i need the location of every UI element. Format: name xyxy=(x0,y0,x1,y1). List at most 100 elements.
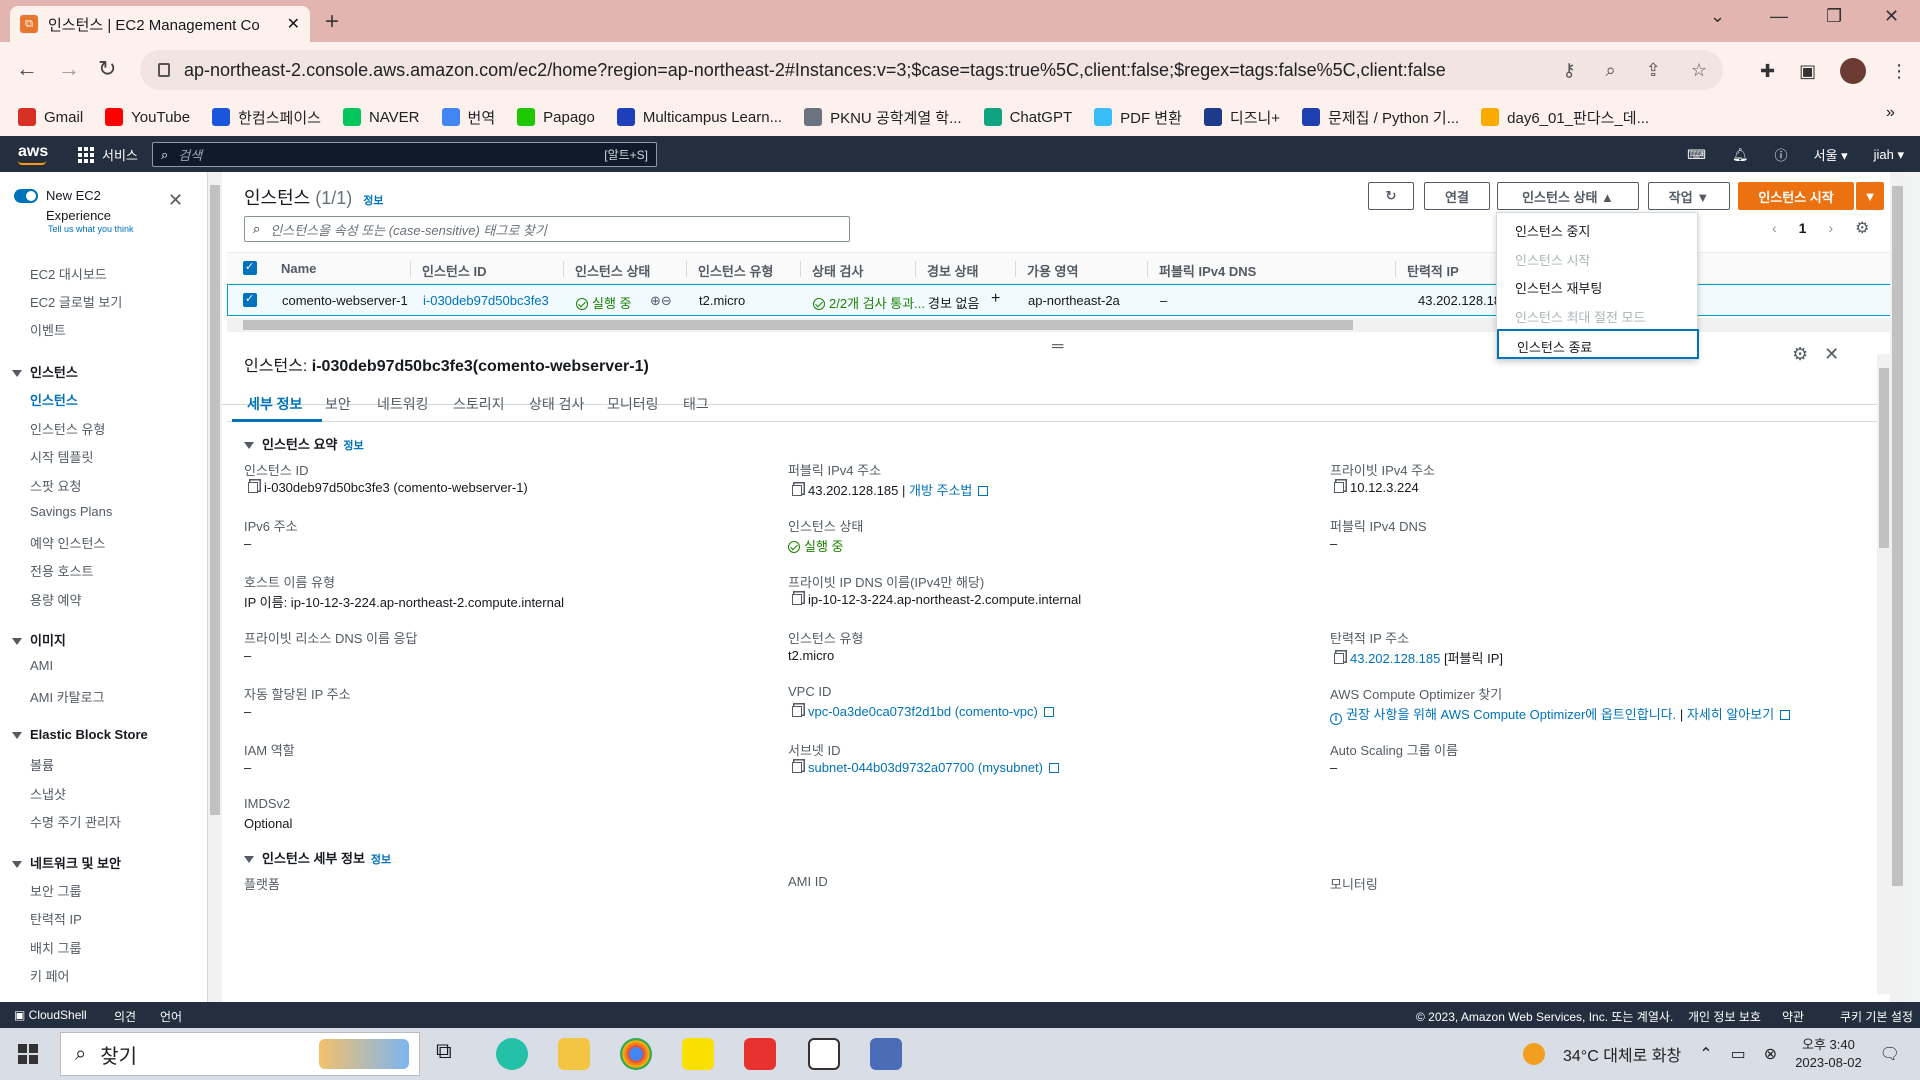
sidebar-item[interactable]: 인스턴스 xyxy=(30,390,78,409)
column-divider[interactable] xyxy=(1395,261,1396,277)
launch-instance-button[interactable]: 인스턴스 시작 xyxy=(1738,182,1854,210)
sidebar-close-icon[interactable]: ✕ xyxy=(168,190,183,211)
forward-button[interactable]: → xyxy=(58,56,80,82)
notifications-bell-icon[interactable]: 🔔︎ xyxy=(1732,147,1749,163)
column-header[interactable]: 경보 상태 xyxy=(927,261,978,280)
cloudshell-link[interactable]: ▣ CloudShell xyxy=(14,1008,87,1022)
bookmark-item[interactable]: ChatGPT xyxy=(983,108,1072,126)
summary-info-link[interactable]: 정보 xyxy=(343,440,363,452)
sidebar-item[interactable]: 배치 그룹 xyxy=(30,938,81,957)
next-page-icon[interactable]: › xyxy=(1828,220,1833,236)
refresh-button[interactable]: ↻ xyxy=(1368,182,1414,210)
new-tab-button[interactable]: + xyxy=(325,8,339,36)
detail-tab[interactable]: 스토리지 xyxy=(453,394,505,414)
profile-avatar[interactable] xyxy=(1840,58,1867,84)
bookmark-item[interactable]: Gmail xyxy=(18,108,83,126)
bookmark-item[interactable]: Papago xyxy=(517,108,595,126)
help-icon[interactable]: ⓘ xyxy=(1775,145,1788,164)
tab-close-icon[interactable]: ✕ xyxy=(287,14,300,34)
column-header[interactable]: 퍼블릭 IPv4 DNS xyxy=(1159,261,1256,280)
windows-start-icon[interactable] xyxy=(18,1044,38,1064)
bookmark-item[interactable]: 문제집 / Python 기... xyxy=(1302,107,1459,128)
detail-tab[interactable]: 세부 정보 xyxy=(247,394,302,414)
bookmark-item[interactable]: 한컴스페이스 xyxy=(212,107,321,128)
toggle-switch[interactable] xyxy=(14,189,38,203)
feedback-link[interactable]: 의견 xyxy=(114,1008,136,1025)
copy-icon[interactable] xyxy=(1334,653,1344,664)
bookmark-item[interactable]: 번역 xyxy=(441,107,495,128)
column-divider[interactable] xyxy=(563,261,564,277)
weather-text[interactable]: 34°C 대체로 화창 xyxy=(1563,1042,1681,1066)
column-divider[interactable] xyxy=(410,261,411,277)
column-divider[interactable] xyxy=(686,261,687,277)
dropdown-item[interactable]: 인스턴스 재부팅 xyxy=(1515,278,1602,297)
table-settings-icon[interactable]: ⚙ xyxy=(1855,218,1869,238)
sidebar-item[interactable]: 전용 호스트 xyxy=(30,561,93,580)
task-view-icon[interactable]: ⧉ xyxy=(436,1038,468,1070)
minimize-button[interactable]: — xyxy=(1770,6,1788,27)
learn-more-link[interactable]: 자세히 알아보기 xyxy=(1687,707,1774,722)
vpc-link[interactable]: vpc-0a3de0ca073f2d1bd (comento-vpc) xyxy=(808,704,1038,719)
instances-info-link[interactable]: 정보 xyxy=(363,195,383,207)
taskbar-search[interactable]: ⌕ 찾기 xyxy=(60,1032,420,1076)
bookmark-item[interactable]: Multicampus Learn... xyxy=(616,108,782,126)
current-page[interactable]: 1 xyxy=(1799,220,1807,236)
detail-tab[interactable]: 보안 xyxy=(325,394,351,414)
chrome-icon[interactable] xyxy=(620,1038,652,1070)
column-header[interactable]: 인스턴스 상태 xyxy=(575,261,650,280)
zoom-in-out-icon[interactable]: ⊕⊖ xyxy=(650,293,672,309)
sidebar-item[interactable]: 수명 주기 관리자 xyxy=(30,812,121,831)
page-scrollbar[interactable] xyxy=(1890,172,1905,1002)
sidebar-scroll-thumb[interactable] xyxy=(210,185,220,815)
reload-button[interactable]: ↻ xyxy=(98,56,116,82)
detail-tab[interactable]: 태그 xyxy=(683,394,709,414)
sidebar-item[interactable]: 예약 인스턴스 xyxy=(30,533,105,552)
close-window-button[interactable]: ✕ xyxy=(1884,6,1899,27)
extensions-icon[interactable]: ✚ xyxy=(1760,61,1775,82)
instance-details-section-header[interactable]: 인스턴스 세부 정보 정보 xyxy=(244,848,391,867)
account-menu[interactable]: jiah ▾ xyxy=(1874,147,1904,163)
bookmark-star-icon[interactable]: ☆ xyxy=(1691,60,1707,81)
cookie-preferences-link[interactable]: 쿠키 기본 설정 xyxy=(1840,1008,1913,1025)
copy-icon[interactable] xyxy=(248,482,258,493)
bookmark-item[interactable]: PDF 변환 xyxy=(1094,107,1182,128)
add-alarm-icon[interactable]: + xyxy=(991,290,1000,308)
column-divider[interactable] xyxy=(915,261,916,277)
detail-settings-icon[interactable]: ⚙ xyxy=(1792,344,1808,365)
browser-tab-active[interactable]: ⧉ 인스턴스 | EC2 Management Co ✕ xyxy=(10,6,310,42)
aws-logo[interactable]: aws xyxy=(18,143,48,161)
sidebar-item[interactable]: 스팟 요청 xyxy=(30,476,81,495)
column-header[interactable]: 인스턴스 ID xyxy=(422,261,486,280)
column-divider[interactable] xyxy=(1015,261,1016,277)
launch-dropdown-button[interactable]: ▼ xyxy=(1856,182,1884,210)
sidebar-item[interactable]: 스냅샷 xyxy=(30,784,66,803)
terms-link[interactable]: 약관 xyxy=(1782,1008,1804,1025)
tray-chevron-icon[interactable]: ⌃ xyxy=(1699,1044,1712,1064)
column-divider[interactable] xyxy=(1147,261,1148,277)
address-bar[interactable]: ap-northeast-2.console.aws.amazon.com/ec… xyxy=(140,50,1723,90)
clock[interactable]: 오후 3:40 2023-08-02 xyxy=(1795,1036,1862,1072)
connect-button[interactable]: 연결 xyxy=(1424,182,1490,210)
sidebar-item[interactable]: EC2 글로벌 보기 xyxy=(30,292,122,311)
dropdown-item[interactable]: 인스턴스 시작 xyxy=(1515,250,1590,269)
file-explorer-icon[interactable] xyxy=(558,1038,590,1070)
battery-icon[interactable]: ▭ xyxy=(1731,1044,1746,1064)
copy-icon[interactable] xyxy=(792,485,802,496)
side-panel-icon[interactable]: ▣ xyxy=(1799,61,1816,82)
detail-scroll-thumb[interactable] xyxy=(1879,368,1889,548)
network-icon[interactable]: ⊗ xyxy=(1764,1044,1777,1064)
cloudshell-icon[interactable]: ⌨ xyxy=(1687,147,1706,163)
aws-search-input[interactable]: ⌕ 검색 [알트+S] xyxy=(152,142,657,167)
sidebar-item[interactable]: 탄력적 IP xyxy=(30,909,82,928)
subnet-link[interactable]: subnet-044b03d9732a07700 (mysubnet) xyxy=(808,760,1043,775)
notification-center-icon[interactable]: 🗨︎ xyxy=(1880,1044,1900,1064)
red-app-icon[interactable] xyxy=(744,1038,776,1070)
sidebar-item[interactable]: 키 페어 xyxy=(30,966,70,985)
column-header[interactable]: Name xyxy=(281,261,316,276)
dropdown-item[interactable]: 인스턴스 중지 xyxy=(1515,221,1590,240)
sidebar-item[interactable]: AMI xyxy=(30,658,53,673)
sidebar-section-header[interactable]: Elastic Block Store xyxy=(12,727,148,742)
select-all-checkbox[interactable] xyxy=(243,260,257,275)
column-header[interactable]: 탄력적 IP xyxy=(1407,261,1459,280)
zoom-icon[interactable]: ⌕ xyxy=(1606,60,1616,81)
